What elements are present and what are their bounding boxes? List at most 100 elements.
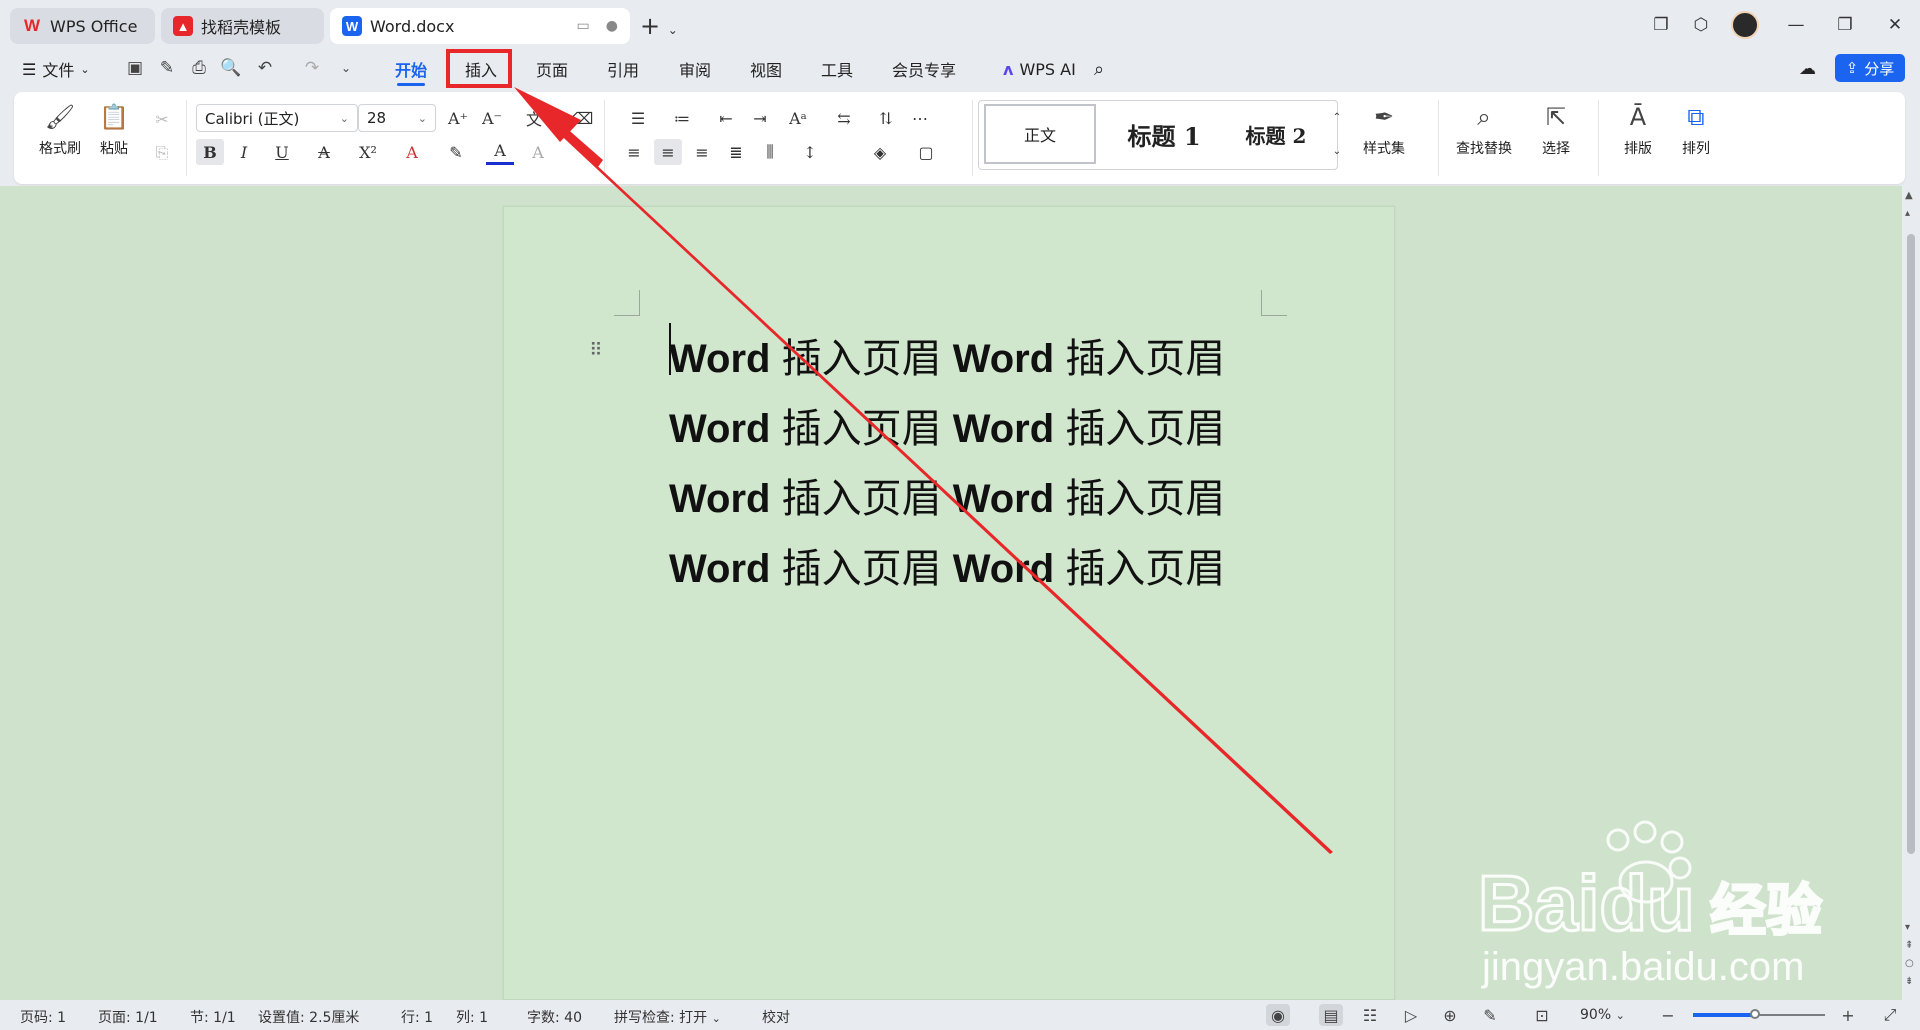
drag-handle-icon[interactable]: ⠿	[586, 336, 606, 364]
align-right-icon[interactable]: ≡	[688, 139, 716, 165]
gallery-more-icon[interactable]: ⌄	[1330, 138, 1344, 164]
print-preview-icon[interactable]: 🔍	[219, 56, 243, 80]
grow-font-icon[interactable]: A⁺	[444, 105, 472, 131]
bullet-list-icon[interactable]: ☰	[624, 105, 652, 131]
print-icon[interactable]: ⎙	[187, 56, 211, 80]
tab-member[interactable]: 会员专享	[892, 56, 956, 82]
show-marks-icon[interactable]: ⋯	[906, 105, 934, 131]
tab-references[interactable]: 引用	[607, 56, 639, 82]
shading-icon[interactable]: ◈	[866, 139, 894, 165]
tab-wps-office[interactable]: W WPS Office	[10, 8, 155, 44]
status-section[interactable]: 节: 1/1	[190, 1007, 236, 1027]
tab-word-docx[interactable]: W Word.docx ▭ ●	[330, 8, 630, 44]
new-tab-button[interactable]: + ⌄	[640, 12, 678, 40]
minimize-icon[interactable]: —	[1781, 12, 1811, 38]
prev-page-icon[interactable]: ⇞	[1905, 940, 1913, 951]
style-normal[interactable]: 正文	[984, 104, 1096, 164]
tab-home[interactable]: 开始	[395, 56, 427, 86]
chevron-down-icon[interactable]: ⌄	[668, 23, 678, 37]
scroll-thumb[interactable]	[1907, 234, 1915, 854]
layout-button[interactable]: Ā 排版	[1608, 102, 1668, 172]
font-color-button[interactable]: A	[486, 139, 514, 165]
tab-tools[interactable]: 工具	[821, 56, 853, 82]
style-set-button[interactable]: ✒ 样式集	[1352, 102, 1416, 172]
cut-icon[interactable]: ✂	[148, 106, 176, 132]
close-icon[interactable]: ✕	[1880, 12, 1910, 38]
arrange-button[interactable]: ⧉ 排列	[1666, 102, 1726, 172]
status-spell-check[interactable]: 拼写检查: 打开 ⌄	[614, 1007, 721, 1027]
highlight-button[interactable]: ✎	[442, 139, 470, 165]
paste-button[interactable]: 📋 粘贴	[86, 102, 142, 172]
eye-protection-icon[interactable]: ◉	[1266, 1004, 1290, 1026]
tab-page[interactable]: 页面	[536, 56, 568, 82]
italic-button[interactable]: I	[230, 139, 258, 165]
find-replace-button[interactable]: ⌕ 查找替换	[1446, 102, 1522, 172]
zoom-level[interactable]: 90% ⌄	[1580, 1007, 1625, 1023]
zoom-in-icon[interactable]: +	[1836, 1004, 1860, 1026]
align-left-icon[interactable]: ≡	[620, 139, 648, 165]
numbered-list-icon[interactable]: ≔	[668, 105, 696, 131]
document-line[interactable]: Word 插入页眉 Word 插入页眉	[669, 466, 1225, 524]
unsaved-dot-icon[interactable]: ●	[606, 18, 618, 34]
next-page-icon[interactable]: ⇟	[1905, 976, 1913, 987]
copy-icon[interactable]: ⎘	[148, 140, 176, 166]
status-pages[interactable]: 页面: 1/1	[98, 1007, 158, 1027]
tab-daoke-template[interactable]: ▲ 找稻壳模板	[161, 8, 324, 44]
font-family-select[interactable]: Calibri (正文) ⌄	[196, 104, 358, 132]
redo-icon[interactable]: ↷	[300, 56, 324, 80]
cloud-status-icon[interactable]: ☁	[1799, 56, 1816, 82]
status-row[interactable]: 行: 1	[401, 1007, 433, 1027]
style-heading-2[interactable]: 标题 2	[1228, 104, 1324, 164]
increase-indent-icon[interactable]: ⇥	[746, 105, 774, 131]
document-line[interactable]: Word 插入页眉 Word 插入页眉	[669, 536, 1225, 594]
tab-review[interactable]: 审阅	[679, 56, 711, 82]
status-proofread[interactable]: 校对	[762, 1007, 790, 1027]
status-page-num[interactable]: 页码: 1	[20, 1007, 66, 1027]
line-spacing-icon[interactable]: ↕	[796, 139, 824, 165]
justify-icon[interactable]: ≣	[722, 139, 750, 165]
shrink-font-icon[interactable]: A⁻	[478, 105, 506, 131]
avatar[interactable]	[1731, 11, 1759, 39]
share-button[interactable]: ⇪ 分享	[1835, 54, 1905, 82]
gallery-scroll-icon[interactable]: ⌃	[1330, 104, 1344, 130]
superscript-button[interactable]: X²	[354, 139, 382, 165]
undo-icon[interactable]: ↶	[253, 56, 277, 80]
window-layout-icon[interactable]: ❐	[1646, 12, 1676, 38]
font-size-select[interactable]: 28 ⌄	[358, 104, 436, 132]
distribute-icon[interactable]: ⫼	[756, 139, 784, 165]
save-icon[interactable]: ▣	[123, 56, 147, 80]
align-center-icon[interactable]: ≡	[654, 139, 682, 165]
web-view-icon[interactable]: ⊕	[1438, 1004, 1462, 1026]
char-shading-button[interactable]: A	[524, 139, 552, 165]
document-line[interactable]: Word 插入页眉 Word 插入页眉	[669, 326, 1225, 384]
cube-icon[interactable]: ⬡	[1686, 12, 1716, 38]
more-chevron-icon[interactable]: ⌄	[334, 56, 358, 80]
scroll-up-icon[interactable]: ▲	[1905, 190, 1913, 201]
text-effect-button[interactable]: A	[398, 139, 426, 165]
select-browse-icon[interactable]: ○	[1905, 958, 1914, 969]
status-col[interactable]: 列: 1	[456, 1007, 488, 1027]
format-brush-icon[interactable]: ✎	[155, 56, 179, 80]
format-painter-button[interactable]: 🖌 格式刷	[32, 102, 88, 172]
fullscreen-icon[interactable]: ⤢	[1878, 1004, 1902, 1026]
zoom-slider-knob[interactable]	[1750, 1009, 1761, 1019]
zoom-out-icon[interactable]: −	[1656, 1004, 1680, 1026]
strikethrough-button[interactable]: A	[310, 139, 338, 165]
outline-view-icon[interactable]: ☷	[1358, 1004, 1382, 1026]
file-menu[interactable]: ☰ 文件 ⌄	[22, 56, 90, 82]
status-setting[interactable]: 设置值: 2.5厘米	[258, 1007, 359, 1027]
tab-view[interactable]: 视图	[750, 56, 782, 82]
play-icon[interactable]: ▷	[1399, 1004, 1423, 1026]
select-button[interactable]: ⇱ 选择	[1526, 102, 1586, 172]
pen-icon[interactable]: ✎	[1478, 1004, 1502, 1026]
sort-icon[interactable]: ⇅	[872, 105, 900, 131]
decrease-indent-icon[interactable]: ⇤	[712, 105, 740, 131]
restore-icon[interactable]: ❐	[1830, 12, 1860, 38]
bold-button[interactable]: B	[196, 139, 224, 165]
text-direction-icon[interactable]: ⇆	[830, 105, 858, 131]
phonetic-guide-icon[interactable]: 文	[520, 105, 548, 131]
change-case-icon[interactable]: Aᵃ	[784, 105, 812, 131]
clear-format-icon[interactable]: ⌫	[568, 105, 596, 131]
underline-button[interactable]: U	[268, 139, 296, 165]
scroll-up-icon[interactable]: ▴	[1905, 208, 1910, 219]
